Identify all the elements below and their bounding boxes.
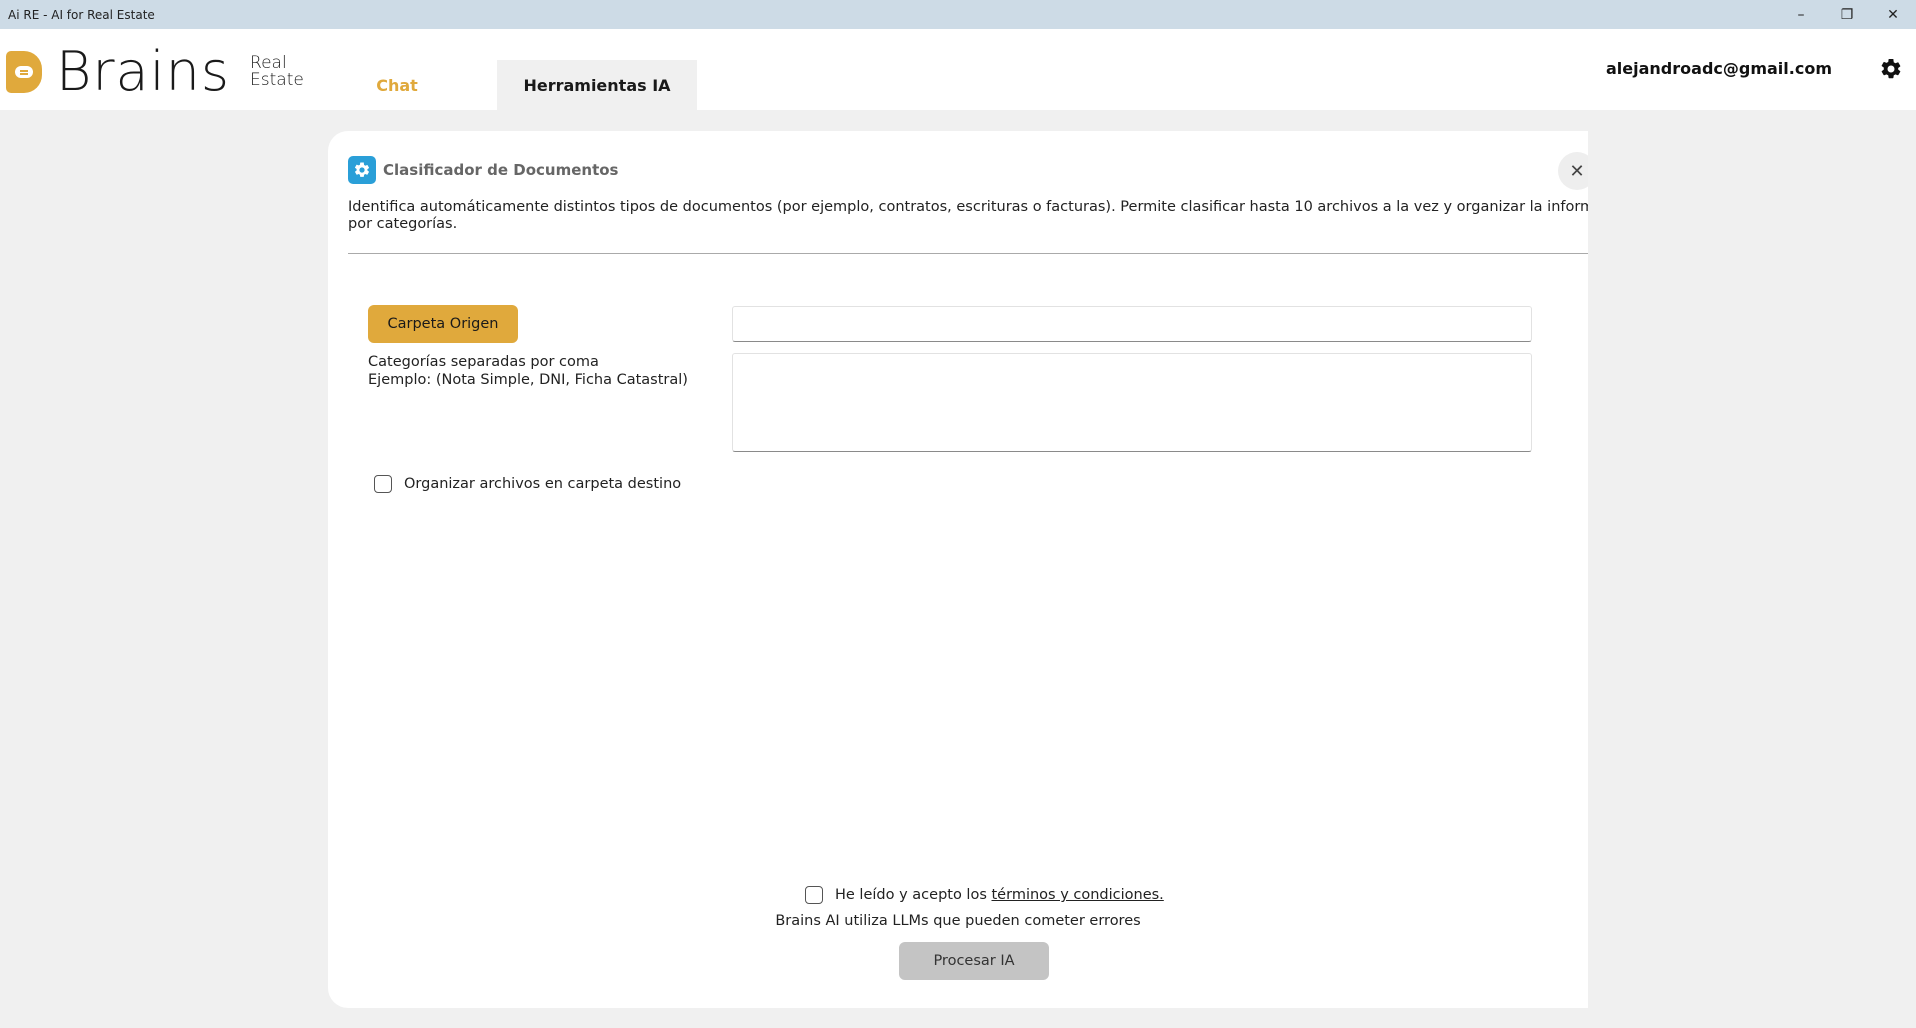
restore-button[interactable]: ❐ — [1824, 0, 1870, 29]
logo-text: Brains — [56, 40, 231, 103]
logo-subtitle-line2: Estate — [250, 70, 304, 90]
logo-mark-icon — [6, 51, 42, 93]
gear-icon[interactable] — [1879, 57, 1903, 81]
terms-link[interactable]: términos y condiciones. — [992, 887, 1164, 903]
brand-logo: Brains Real Estate — [6, 45, 304, 99]
terms-option: He leído y acepto los términos y condici… — [805, 886, 1164, 904]
organize-label: Organizar archivos en carpeta destino — [404, 476, 682, 492]
minimize-button[interactable]: – — [1778, 0, 1824, 29]
tool-card: Clasificador de Documentos ✕ Identifica … — [328, 131, 1588, 1008]
tab-chat[interactable]: Chat — [336, 60, 458, 110]
user-email: alejandroadc@gmail.com — [1606, 59, 1832, 78]
categories-label: Categorías separadas por coma Ejemplo: (… — [368, 353, 688, 389]
tool-title: Clasificador de Documentos — [383, 161, 619, 179]
tool-description: Identifica automáticamente distintos tip… — [348, 199, 1588, 232]
process-ai-button[interactable]: Procesar IA — [899, 942, 1049, 980]
terms-prefix: He leído y acepto los — [835, 887, 992, 903]
categories-label-line1: Categorías separadas por coma — [368, 354, 599, 370]
divider — [348, 253, 1588, 254]
window-controls: – ❐ ✕ — [1778, 0, 1916, 29]
tab-herramientas-ia[interactable]: Herramientas IA — [497, 60, 697, 110]
organize-checkbox[interactable] — [374, 475, 392, 493]
terms-checkbox[interactable] — [805, 886, 823, 904]
origin-folder-input[interactable] — [732, 306, 1532, 342]
close-window-button[interactable]: ✕ — [1870, 0, 1916, 29]
categories-textarea[interactable] — [732, 353, 1532, 452]
organize-option: Organizar archivos en carpeta destino — [374, 475, 681, 493]
origin-folder-button[interactable]: Carpeta Origen — [368, 305, 518, 343]
app-header: Brains Real Estate Chat Herramientas IA … — [0, 29, 1916, 110]
terms-label: He leído y acepto los términos y condici… — [835, 887, 1164, 903]
tool-gear-icon — [348, 156, 376, 184]
window-titlebar: Ai RE - AI for Real Estate – ❐ ✕ — [0, 0, 1916, 29]
categories-label-line2: Ejemplo: (Nota Simple, DNI, Ficha Catast… — [368, 372, 688, 388]
logo-subtitle: Real Estate — [250, 55, 304, 89]
gear-icon — [354, 162, 370, 177]
llm-disclaimer: Brains AI utiliza LLMs que pueden comete… — [775, 913, 1141, 929]
window-title: Ai RE - AI for Real Estate — [8, 7, 155, 22]
close-tool-button[interactable]: ✕ — [1558, 152, 1588, 190]
